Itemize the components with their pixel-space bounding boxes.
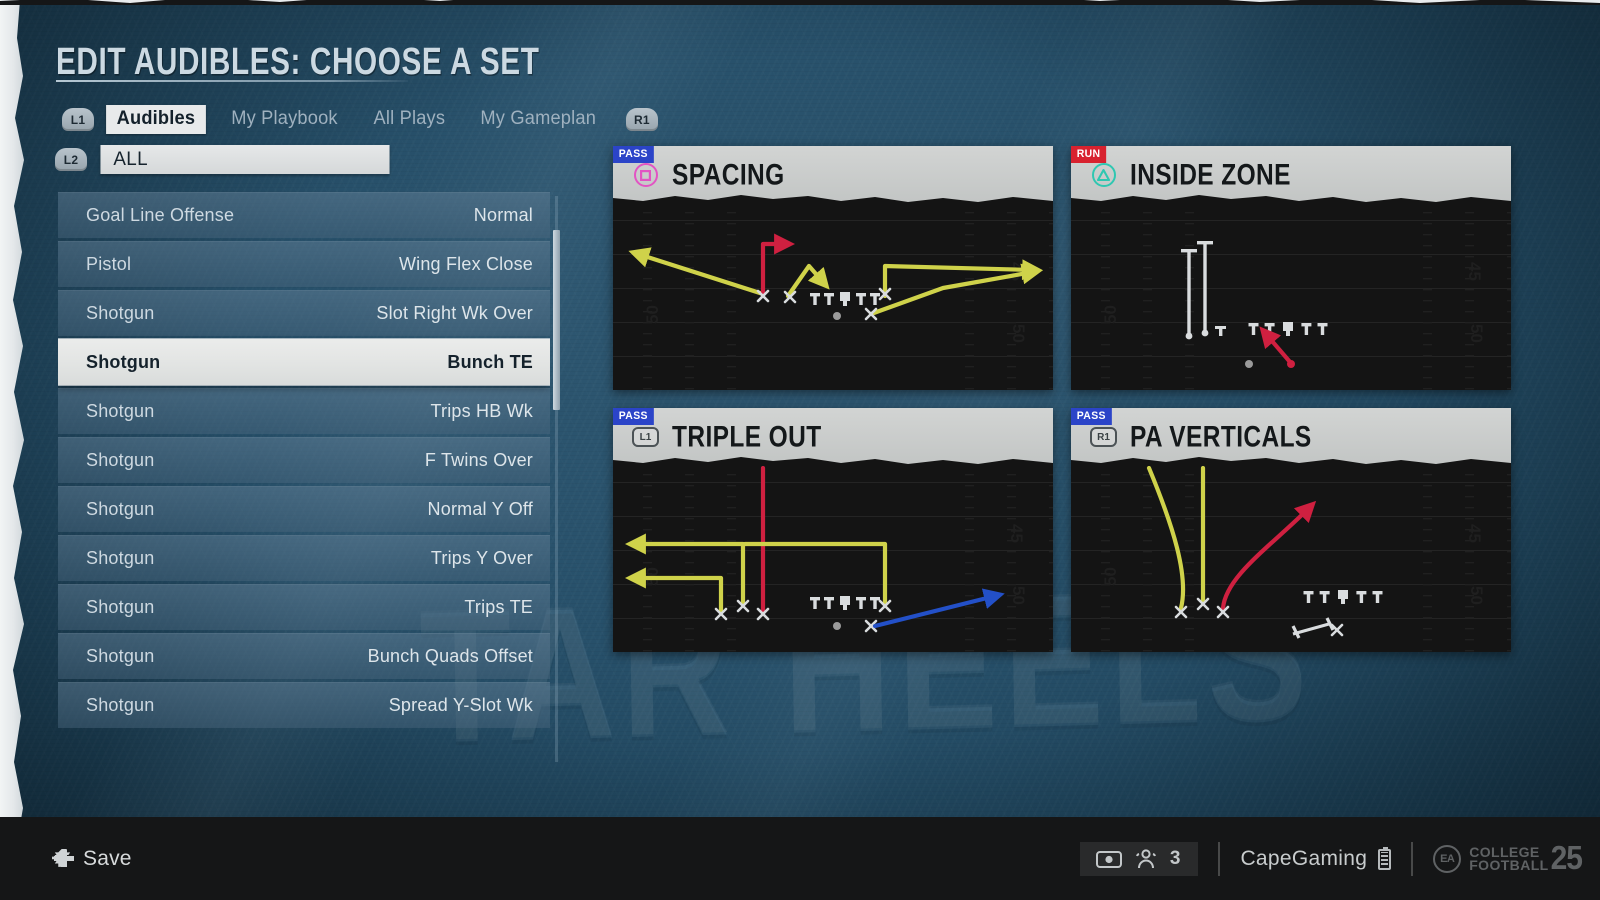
- ea-mark: EA: [1440, 853, 1455, 865]
- tab-audibles[interactable]: Audibles: [106, 105, 206, 134]
- l1-bumper-icon[interactable]: L1: [62, 108, 94, 131]
- tab-my-gameplan[interactable]: My Gameplan: [470, 105, 607, 134]
- formation-variant: F Twins Over: [424, 449, 533, 470]
- player-count: 3: [1169, 848, 1181, 869]
- formation-row[interactable]: Goal Line Offense Normal: [58, 192, 550, 238]
- torn-edge-footer: [0, 0, 1600, 5]
- formation-row[interactable]: Shotgun Slot Right Wk Over: [58, 290, 550, 336]
- filter-select[interactable]: ALL: [100, 145, 390, 174]
- brand-line-football: FOOTBALL: [1469, 857, 1549, 873]
- play-type-badge: PASS: [613, 408, 654, 425]
- formation-name: Shotgun: [86, 596, 155, 617]
- tab-bar: L1 Audibles My Playbook All Plays My Gam…: [62, 105, 658, 134]
- play-type-badge: RUN: [1071, 146, 1107, 163]
- l2-trigger-icon[interactable]: L2: [55, 148, 87, 171]
- capture-status-pill[interactable]: 3: [1079, 842, 1199, 876]
- title-underline: [56, 80, 408, 82]
- formation-name: Shotgun: [86, 400, 155, 421]
- play-diagram: 50 50 45: [1071, 204, 1511, 390]
- brand-year: 25: [1550, 839, 1583, 877]
- play-title: SPACING: [672, 157, 785, 191]
- r1-bumper-icon[interactable]: R1: [625, 108, 658, 131]
- camera-icon: [1095, 850, 1122, 868]
- bumper-label: R1: [1090, 427, 1117, 447]
- game-screen: TAR HEELS EDIT AUDIBLES: CHOOSE A SET L1…: [0, 0, 1600, 900]
- dpad-icon: [52, 849, 74, 867]
- formation-row[interactable]: Shotgun Bunch Quads Offset: [58, 633, 550, 679]
- formation-name: Shotgun: [86, 302, 155, 323]
- play-diagram: 50 50 45: [613, 466, 1053, 652]
- l1-bumper-icon[interactable]: L1: [632, 424, 659, 451]
- play-card-header: L1 TRIPLE OUT: [613, 408, 1053, 467]
- formation-row[interactable]: Pistol Wing Flex Close: [58, 241, 550, 287]
- formation-list[interactable]: Goal Line Offense Normal Pistol Wing Flex C…: [58, 192, 550, 767]
- formation-variant: Bunch Quads Offset: [367, 645, 533, 666]
- formation-row[interactable]: Shotgun Trips Y Over: [58, 535, 550, 581]
- play-card-header: INSIDE ZONE: [1071, 146, 1511, 205]
- formation-variant: Spread Y-Slot Wk: [388, 694, 533, 715]
- tab-all-plays[interactable]: All Plays: [363, 105, 456, 134]
- formation-name: Shotgun: [86, 645, 155, 666]
- footer-divider-2: [1411, 842, 1414, 876]
- formation-row[interactable]: Shotgun Trips TE: [58, 584, 550, 630]
- play-diagram: 50 50 45: [1071, 466, 1511, 652]
- save-label: Save: [83, 847, 132, 870]
- formation-variant: Trips TE: [464, 596, 533, 617]
- ps-square-icon[interactable]: [632, 162, 659, 189]
- formation-name: Shotgun: [86, 351, 161, 372]
- play-card-grid: PASS SPACING 50 50 45 RUN INSIDE ZONE 50 50 45 PAS…: [613, 146, 1511, 652]
- ea-sports-icon: EA: [1433, 845, 1462, 873]
- play-type-badge: PASS: [1071, 408, 1112, 425]
- formation-variant: Wing Flex Close: [398, 253, 533, 274]
- formation-variant: Normal Y Off: [427, 498, 533, 519]
- ps-triangle-icon[interactable]: [1090, 162, 1117, 189]
- battery-icon: [1378, 846, 1392, 870]
- footer-divider-1: [1218, 842, 1221, 876]
- play-card-header: R1 PA VERTICALS: [1071, 408, 1511, 467]
- formation-name: Goal Line Offense: [86, 204, 235, 225]
- play-card[interactable]: RUN INSIDE ZONE 50 50 45: [1071, 146, 1511, 390]
- list-scrollbar-thumb[interactable]: [553, 230, 560, 410]
- save-button[interactable]: Save: [52, 847, 132, 871]
- play-title: PA VERTICALS: [1130, 419, 1312, 453]
- formation-row[interactable]: Shotgun F Twins Over: [58, 437, 550, 483]
- play-card[interactable]: PASS R1 PA VERTICALS 50 50 45: [1071, 408, 1511, 652]
- formation-variant: Trips HB Wk: [430, 400, 533, 421]
- play-card[interactable]: PASS L1 TRIPLE OUT 50 50 45: [613, 408, 1053, 652]
- formation-row[interactable]: Shotgun Spread Y-Slot Wk: [58, 682, 550, 728]
- formation-row[interactable]: Shotgun Normal Y Off: [58, 486, 550, 532]
- play-title: TRIPLE OUT: [672, 419, 822, 453]
- play-type-badge: PASS: [613, 146, 654, 163]
- play-card-header: SPACING: [613, 146, 1053, 205]
- formation-name: Shotgun: [86, 449, 155, 470]
- formation-name: Shotgun: [86, 498, 155, 519]
- footer-bar: Save 3 CapeGaming EA COLLEGE FOOTBALL 25: [0, 817, 1600, 900]
- play-card[interactable]: PASS SPACING 50 50 45: [613, 146, 1053, 390]
- formation-variant: Bunch TE: [447, 351, 533, 372]
- formation-variant: Slot Right Wk Over: [376, 302, 533, 323]
- r1-bumper-icon[interactable]: R1: [1090, 424, 1117, 451]
- bumper-label: L1: [632, 427, 659, 447]
- formation-name: Pistol: [86, 253, 132, 274]
- formation-variant: Normal: [473, 204, 533, 225]
- footer-status: 3 CapeGaming EA COLLEGE FOOTBALL 25: [1079, 839, 1583, 877]
- page-title: EDIT AUDIBLES: CHOOSE A SET: [56, 40, 540, 83]
- tab-my-playbook[interactable]: My Playbook: [221, 105, 349, 134]
- gamertag-label: CapeGaming: [1240, 847, 1368, 870]
- play-diagram: 50 50 45: [613, 204, 1053, 390]
- filter-bar: L2 ALL: [55, 145, 391, 174]
- ea-college-football-logo: EA COLLEGE FOOTBALL 25: [1433, 839, 1583, 877]
- formation-row[interactable]: Shotgun Trips HB Wk: [58, 388, 550, 434]
- formation-name: Shotgun: [86, 694, 155, 715]
- play-title: INSIDE ZONE: [1130, 157, 1291, 191]
- formation-row[interactable]: Shotgun Bunch TE: [58, 339, 550, 385]
- players-icon: [1135, 849, 1156, 869]
- formation-name: Shotgun: [86, 547, 155, 568]
- formation-variant: Trips Y Over: [430, 547, 533, 568]
